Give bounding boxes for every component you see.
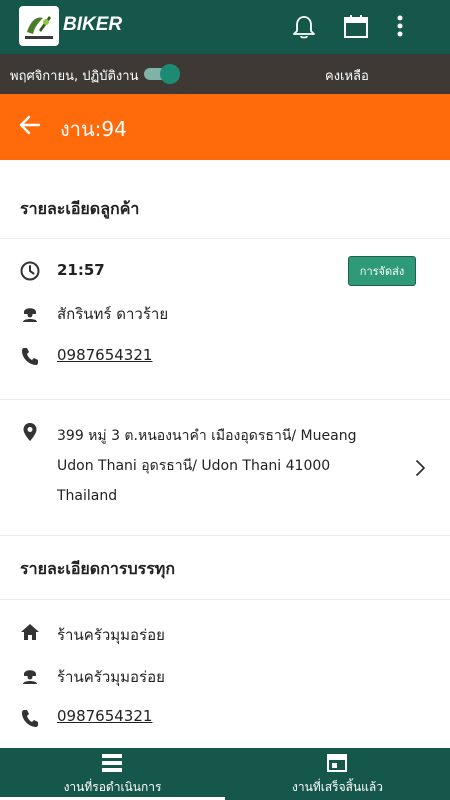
divider bbox=[0, 535, 450, 536]
logo-icon bbox=[21, 8, 57, 44]
tab-completed-jobs[interactable]: งานที่เสร็จสิ้นแล้ว bbox=[225, 748, 450, 800]
divider bbox=[0, 399, 450, 400]
customer-name: สักรินทร์ ดาวร้าย bbox=[57, 305, 169, 323]
pickup-phone-link[interactable]: 0987654321 bbox=[57, 707, 152, 725]
duty-toggle[interactable] bbox=[144, 64, 180, 84]
status-date: พฤศจิกายน, ปฏิบัติงาน bbox=[10, 69, 139, 84]
delivery-status-button[interactable]: การจัดส่ง bbox=[348, 256, 416, 286]
back-arrow-icon[interactable] bbox=[18, 113, 42, 137]
user-icon bbox=[23, 308, 37, 322]
app-brand: BIKER bbox=[63, 14, 123, 35]
calendar-icon[interactable] bbox=[342, 13, 370, 41]
list-icon bbox=[102, 754, 122, 772]
tab-completed-label: งานที่เสร็จสิ้นแล้ว bbox=[292, 780, 383, 794]
tab-pending-jobs[interactable]: งานที่รอดำเนินการ bbox=[0, 748, 225, 800]
job-title: งาน:94 bbox=[60, 117, 127, 141]
duty-status-bar: พฤศจิกายน, ปฏิบัติงาน คงเหลือ bbox=[0, 54, 450, 94]
job-header: งาน:94 bbox=[0, 94, 450, 160]
chevron-right-icon[interactable] bbox=[412, 458, 428, 478]
tab-pending-label: งานที่รอดำเนินการ bbox=[63, 780, 162, 794]
location-pin-icon bbox=[23, 423, 37, 441]
customer-phone-link[interactable]: 0987654321 bbox=[57, 346, 152, 364]
pickup-contact: ร้านครัวมุมอร่อย bbox=[57, 668, 165, 686]
remaining-label: คงเหลือ bbox=[325, 69, 369, 84]
divider bbox=[0, 238, 450, 239]
divider bbox=[0, 599, 450, 600]
customer-section-title: รายละเอียดลูกค้า bbox=[20, 199, 140, 218]
toggle-knob bbox=[160, 64, 180, 84]
delivery-time: 21:57 bbox=[57, 261, 105, 279]
app-bar: BIKER bbox=[0, 0, 450, 54]
completed-icon bbox=[327, 754, 347, 772]
home-icon bbox=[21, 624, 39, 640]
more-menu-icon[interactable] bbox=[386, 13, 414, 41]
pickup-store: ร้านครัวมุมอร่อย bbox=[57, 626, 165, 644]
pickup-section-title: รายละเอียดการบรรทุก bbox=[20, 559, 176, 578]
user-icon bbox=[23, 670, 37, 684]
app-logo bbox=[19, 6, 59, 46]
bell-icon[interactable] bbox=[290, 13, 318, 41]
bottom-navigation: งานที่รอดำเนินการ งานที่เสร็จสิ้นแล้ว bbox=[0, 748, 450, 800]
phone-icon bbox=[22, 710, 38, 727]
clock-icon bbox=[20, 261, 40, 281]
customer-address: 399 หมู่ 3 ต.หนองนาคำ เมืองอุดรธานี/ Mue… bbox=[57, 428, 357, 504]
phone-icon bbox=[22, 348, 38, 365]
